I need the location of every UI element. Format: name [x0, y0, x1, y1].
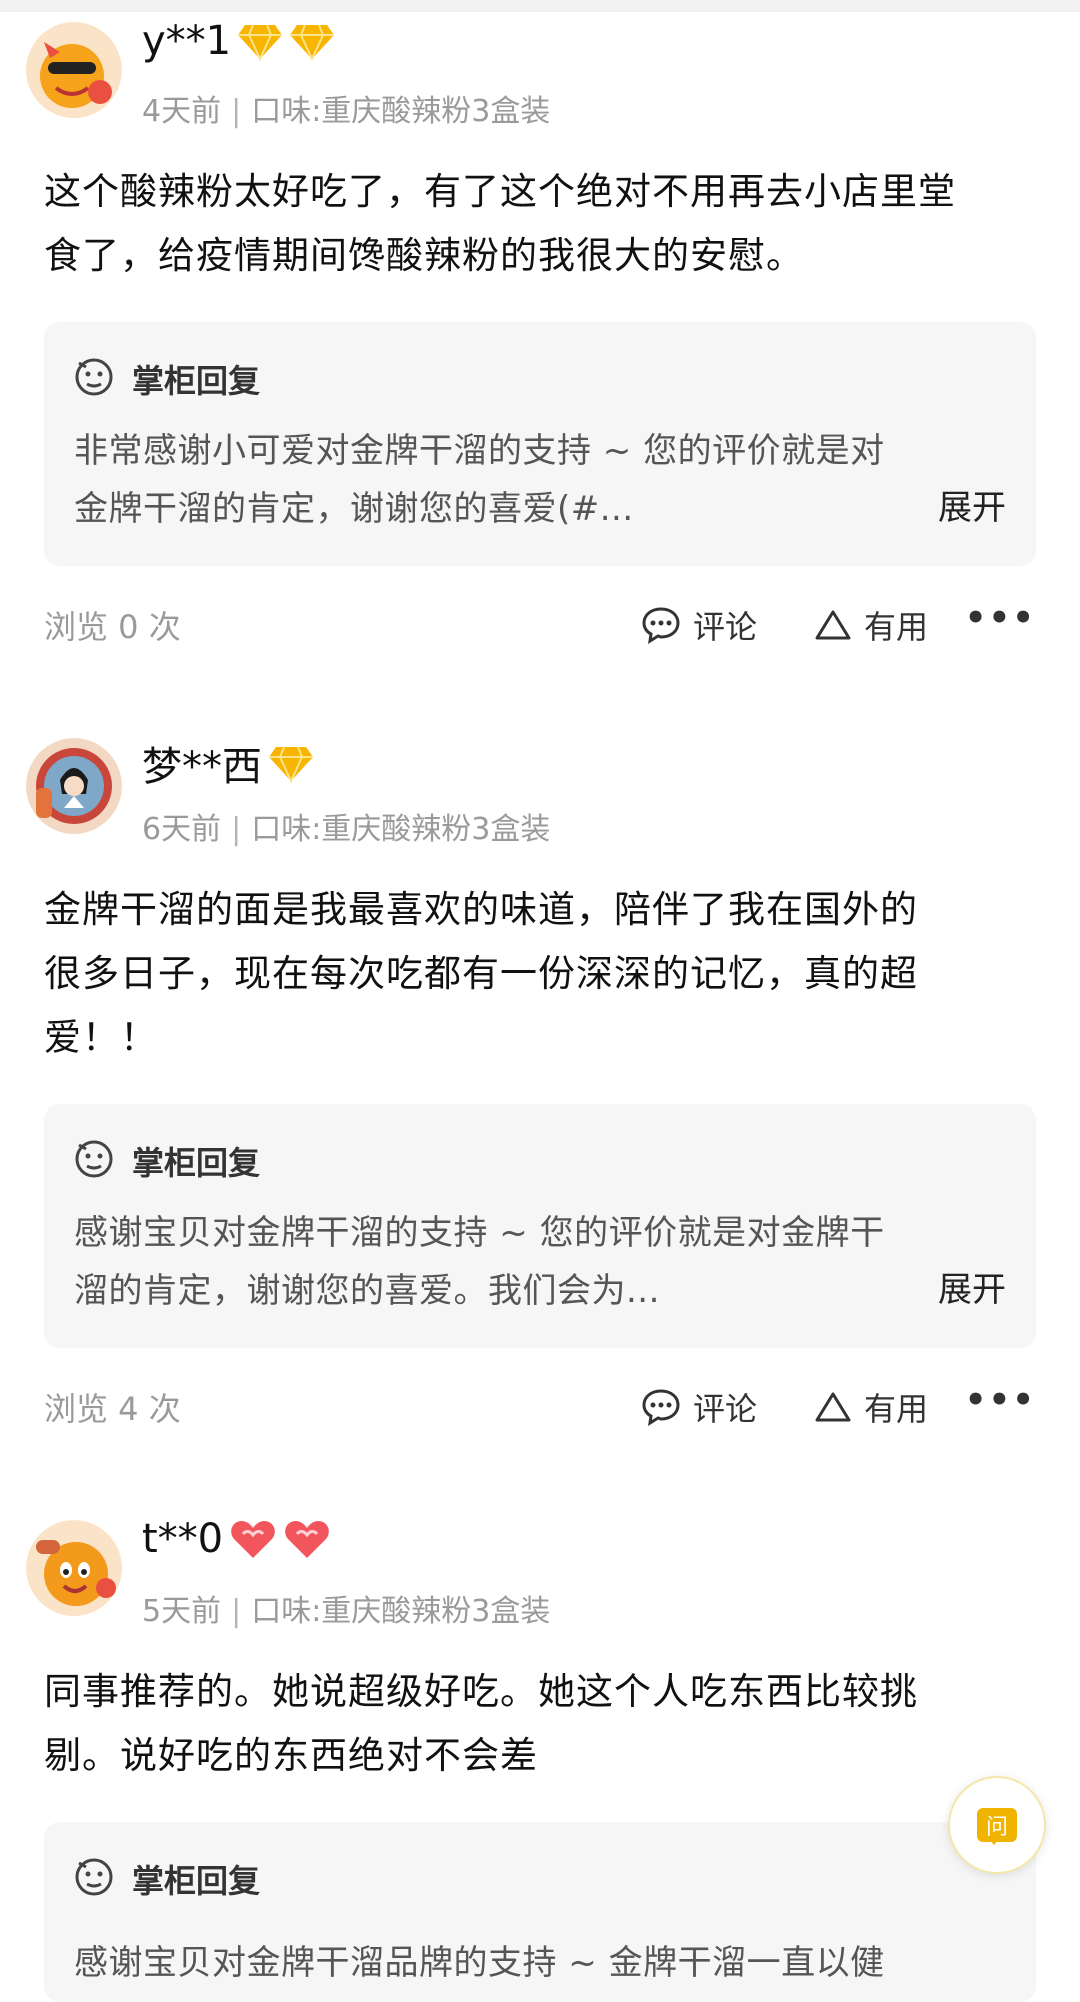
review-meta: 6天前 | 口味:重庆酸辣粉3盒装: [142, 812, 551, 847]
username[interactable]: t**0: [142, 1516, 223, 1562]
review-meta: 4天前 | 口味:重庆酸辣粉3盒装: [142, 94, 551, 129]
review-text: 金牌干溜的面是我最喜欢的味道，陪伴了我在国外的 很多日子，现在每次吃都有一份深深…: [44, 878, 1034, 1070]
review-flavor: 口味:重庆酸辣粉3盒装: [251, 94, 551, 129]
view-count: 浏览 4 次: [44, 1390, 181, 1428]
useful-label: 有用: [864, 1390, 929, 1428]
more-options-icon[interactable]: •••: [965, 1380, 1036, 1420]
ask-question-button[interactable]: 问: [948, 1776, 1046, 1874]
review-text-line: 爱！！: [44, 1016, 158, 1059]
avatar[interactable]: [26, 1520, 122, 1616]
expand-link[interactable]: 展开: [938, 480, 1006, 529]
smiley-icon: [74, 357, 114, 401]
diamond-badge-icon: [289, 21, 335, 61]
useful-button[interactable]: 有用: [814, 602, 928, 648]
username[interactable]: 梦**西: [142, 734, 262, 792]
comment-label: 评论: [693, 1390, 758, 1428]
review-text-line: 金牌干溜的面是我最喜欢的味道，陪伴了我在国外的: [44, 888, 918, 931]
review-text-line: 剔。说好吃的东西绝对不会差: [44, 1734, 538, 1777]
reply-title: 掌柜回复: [132, 1862, 261, 1900]
review-flavor: 口味:重庆酸辣粉3盒装: [251, 1594, 551, 1629]
question-bubble-icon: 问: [977, 1808, 1017, 1845]
avatar[interactable]: [26, 22, 122, 118]
comment-button[interactable]: 评论: [641, 602, 757, 648]
useful-button[interactable]: 有用: [814, 1384, 928, 1430]
more-options-icon[interactable]: •••: [965, 598, 1036, 638]
review-text-line: 很多日子，现在每次吃都有一份深深的记忆，真的超: [44, 952, 918, 995]
top-divider: [0, 0, 1080, 12]
shop-reply: 掌柜回复 感谢宝贝对金牌干溜品牌的支持 ~ 金牌干溜一直以健: [44, 1822, 1036, 2002]
expand-link[interactable]: 展开: [938, 1262, 1006, 1311]
avatar[interactable]: [26, 738, 122, 834]
reply-text-line: 非常感谢小可爱对金牌干溜的支持 ~ 您的评价就是对: [74, 431, 885, 471]
view-count: 浏览 0 次: [44, 608, 181, 646]
shop-reply: 掌柜回复 非常感谢小可爱对金牌干溜的支持 ~ 您的评价就是对 金牌干溜的肯定，谢…: [44, 322, 1036, 566]
heart-badge-icon: [229, 1518, 277, 1560]
reply-text-line: 金牌干溜的肯定，谢谢您的喜爱(#...: [74, 489, 634, 529]
username[interactable]: y**1: [142, 18, 231, 64]
review-text-line: 同事推荐的。她说超级好吃。她这个人吃东西比较挑: [44, 1670, 918, 1713]
reply-text-line: 感谢宝贝对金牌干溜品牌的支持 ~ 金牌干溜一直以健: [74, 1943, 885, 1983]
reply-title: 掌柜回复: [132, 362, 261, 400]
review-flavor: 口味:重庆酸辣粉3盒装: [251, 812, 551, 847]
review-meta: 5天前 | 口味:重庆酸辣粉3盒装: [142, 1594, 551, 1629]
comment-label: 评论: [693, 608, 758, 646]
review-time: 6天前: [142, 812, 222, 847]
review-actions: 浏览 4 次 评论 有用 •••: [44, 1380, 1036, 1434]
review-time: 5天前: [142, 1594, 222, 1629]
comment-icon: [642, 1389, 680, 1426]
review-time: 4天前: [142, 94, 222, 129]
review-text: 这个酸辣粉太好吃了，有了这个绝对不用再去小店里堂 食了，给疫情期间馋酸辣粉的我很…: [44, 160, 1034, 288]
diamond-badge-icon: [268, 743, 314, 783]
ask-label: 问: [985, 1815, 1008, 1840]
comment-button[interactable]: 评论: [641, 1384, 757, 1430]
review-text-line: 食了，给疫情期间馋酸辣粉的我很大的安慰。: [44, 234, 804, 277]
reply-text-line: 感谢宝贝对金牌干溜的支持 ~ 您的评价就是对金牌干: [74, 1213, 885, 1253]
diamond-badge-icon: [237, 21, 283, 61]
smiley-icon: [74, 1139, 114, 1183]
thumbs-up-icon: [815, 610, 851, 640]
reply-text-line: 溜的肯定，谢谢您的喜爱。我们会为...: [74, 1271, 660, 1311]
smiley-icon: [74, 1857, 114, 1901]
thumbs-up-icon: [815, 1392, 851, 1422]
useful-label: 有用: [864, 608, 929, 646]
review-actions: 浏览 0 次 评论 有用 •••: [44, 598, 1036, 652]
comment-icon: [642, 607, 680, 644]
review-text-line: 这个酸辣粉太好吃了，有了这个绝对不用再去小店里堂: [44, 170, 956, 213]
reply-title: 掌柜回复: [132, 1144, 261, 1182]
heart-badge-icon: [283, 1518, 331, 1560]
review-text: 同事推荐的。她说超级好吃。她这个人吃东西比较挑 剔。说好吃的东西绝对不会差: [44, 1660, 1034, 1788]
shop-reply: 掌柜回复 感谢宝贝对金牌干溜的支持 ~ 您的评价就是对金牌干 溜的肯定，谢谢您的…: [44, 1104, 1036, 1348]
